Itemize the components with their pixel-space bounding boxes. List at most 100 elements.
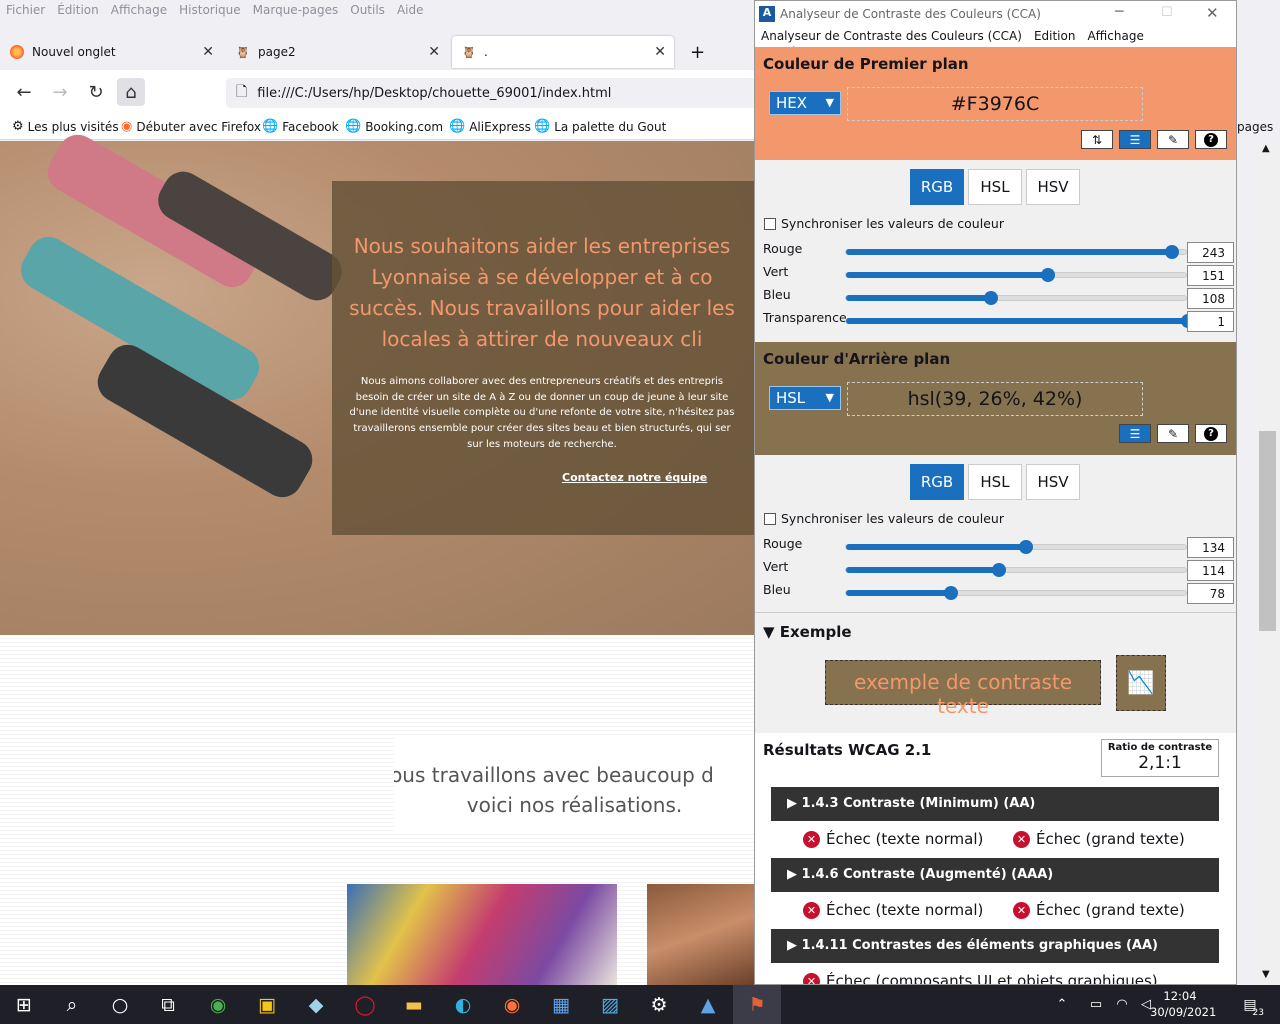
reload-icon[interactable]: ↻ [82,78,110,106]
swap-colors-icon[interactable]: ⇅ [1081,130,1113,149]
background-value-input[interactable]: hsl(39, 26%, 42%) [847,382,1143,416]
example-toggle[interactable]: ▼ Exemple [763,623,852,641]
sliders-icon[interactable]: ☰ [1119,130,1151,149]
mode-rgb[interactable]: RGB [910,464,964,500]
active-app-icon[interactable]: ⚑ [733,985,781,1024]
edge-icon[interactable]: ◐ [439,985,487,1024]
mode-rgb[interactable]: RGB [910,169,964,205]
maximize-icon[interactable]: ☐ [1161,5,1173,20]
slider-track[interactable] [845,586,1187,600]
app-notes-icon[interactable]: ◆ [292,985,340,1024]
windows-start-icon[interactable]: ⊞ [0,985,48,1024]
bookmark-aliexpress[interactable]: 🌐 AliExpress [449,119,531,134]
cca-menu-edition[interactable]: Edition [1028,27,1082,43]
background-sync-checkbox[interactable]: Synchroniser les valeurs de couleur [764,511,1004,526]
background-format-select[interactable]: HSL ▼ [769,386,841,410]
app-m-icon[interactable]: ▣ [243,985,291,1024]
menu-outils[interactable]: Outils [344,0,391,17]
cca-menu-affichage[interactable]: Affichage [1081,27,1149,43]
bookmark-palette[interactable]: 🌐 La palette du Gout [534,119,666,134]
menu-historique[interactable]: Historique [173,0,247,17]
slider-value-input[interactable]: 151 [1187,265,1234,286]
foreground-value-input[interactable]: #F3976C [847,87,1143,121]
foreground-sync-checkbox[interactable]: Synchroniser les valeurs de couleur [764,216,1004,231]
slider-value-input[interactable]: 243 [1187,242,1234,263]
eyedropper-icon[interactable]: ✎ [1157,130,1189,149]
cortana-icon[interactable]: ○ [96,985,144,1024]
scroll-up-icon[interactable]: ▲ [1262,143,1270,154]
calendar-icon[interactable]: ▦ [537,985,585,1024]
contact-team-link[interactable]: Contactez notre équipe [562,471,707,484]
slider-knob[interactable] [1165,245,1179,259]
cca-taskbar-icon[interactable]: ▲ [684,985,732,1024]
minimize-icon[interactable]: ─ [1115,4,1123,20]
chart-icon[interactable]: 📉 [1116,655,1166,711]
slider-knob[interactable] [944,586,958,600]
checkbox[interactable] [764,512,776,525]
firefox-icon[interactable]: ◉ [488,985,536,1024]
menu-aide[interactable]: Aide [391,0,430,17]
menu-marque-pages[interactable]: Marque-pages [247,0,345,17]
notification-center-icon[interactable]: ▤ 23 [1230,985,1270,1024]
menu-edition[interactable]: Édition [51,0,105,17]
photos-icon[interactable]: ▨ [586,985,634,1024]
scroll-down-icon[interactable]: ▼ [1262,969,1270,980]
menu-fichier[interactable]: Fichier [0,0,51,17]
close-tab-icon[interactable]: ✕ [202,44,214,60]
network-device-icon[interactable]: ▭ [1084,985,1108,1024]
settings-gear-icon[interactable]: ⚙ [635,985,683,1024]
file-explorer-icon[interactable]: ▬ [390,985,438,1024]
help-icon[interactable]: ? [1195,424,1227,443]
bookmark-getting-started[interactable]: ◉ Débuter avec Firefox [121,119,261,134]
criterion-1-4-3[interactable]: ▶ 1.4.3 Contraste (Minimum) (AA) [771,787,1219,821]
bookmark-facebook[interactable]: 🌐 Facebook [262,119,339,134]
opera-icon[interactable]: ◯ [341,985,389,1024]
bookmark-most-visited[interactable]: ⚙ Les plus visités [12,119,119,134]
sliders-icon[interactable]: ☰ [1119,424,1151,443]
scrollbar-thumb[interactable] [1259,431,1276,631]
bookmark-booking[interactable]: 🌐 Booking.com [345,119,443,134]
system-clock[interactable]: 12:04 30/09/2021 [1150,988,1216,1020]
task-view-icon[interactable]: ⧉ [144,985,192,1024]
new-tab-button[interactable]: + [680,36,710,68]
search-icon[interactable]: ⌕ [48,985,96,1024]
slider-value-input[interactable]: 114 [1187,560,1234,581]
foreground-format-select[interactable]: HEX ▼ [769,91,841,115]
slider-value-input[interactable]: 1 [1187,311,1234,332]
page-scrollbar[interactable]: ▲ ▼ [1255,141,1280,985]
slider-knob[interactable] [992,563,1006,577]
slider-track[interactable] [845,268,1187,282]
slider-track[interactable] [845,314,1195,328]
criterion-1-4-6[interactable]: ▶ 1.4.6 Contraste (Augmenté) (AAA) [771,858,1219,892]
back-arrow-icon[interactable]: ← [10,78,38,106]
slider-value-input[interactable]: 108 [1187,288,1234,309]
slider-value-input[interactable]: 78 [1187,583,1234,604]
mode-hsl[interactable]: HSL [968,169,1022,205]
chrome-icon[interactable]: ◉ [194,985,242,1024]
cca-menu-app[interactable]: Analyseur de Contraste des Couleurs (CCA… [755,27,1028,43]
chevron-up-icon[interactable]: ⌃ [1050,985,1074,1024]
wifi-icon[interactable]: ◠ [1110,985,1134,1024]
mode-hsl[interactable]: HSL [968,464,1022,500]
portfolio-thumbnail[interactable] [347,884,617,985]
forward-arrow-icon[interactable]: → [46,78,74,106]
close-icon[interactable]: ✕ [1206,4,1219,22]
eyedropper-icon[interactable]: ✎ [1157,424,1189,443]
slider-track[interactable] [845,563,1187,577]
slider-track[interactable] [845,291,1187,305]
help-icon[interactable]: ? [1195,130,1227,149]
portfolio-thumbnail[interactable] [647,884,755,985]
mode-hsv[interactable]: HSV [1026,169,1080,205]
tab-page2[interactable]: 🦉 page2 ✕ [226,36,448,68]
slider-knob[interactable] [984,291,998,305]
criterion-1-4-11[interactable]: ▶ 1.4.11 Contrastes des éléments graphiq… [771,929,1219,963]
tab-current[interactable]: 🦉 . ✕ [452,36,674,68]
menu-affichage[interactable]: Affichage [105,0,173,17]
checkbox[interactable] [764,217,776,230]
mode-hsv[interactable]: HSV [1026,464,1080,500]
close-tab-icon[interactable]: ✕ [654,44,666,60]
slider-knob[interactable] [1041,268,1055,282]
slider-track[interactable] [845,245,1187,259]
close-tab-icon[interactable]: ✕ [428,44,440,60]
url-bar[interactable]: 🗋 file:///C:/Users/hp/Desktop/chouette_6… [226,78,756,108]
